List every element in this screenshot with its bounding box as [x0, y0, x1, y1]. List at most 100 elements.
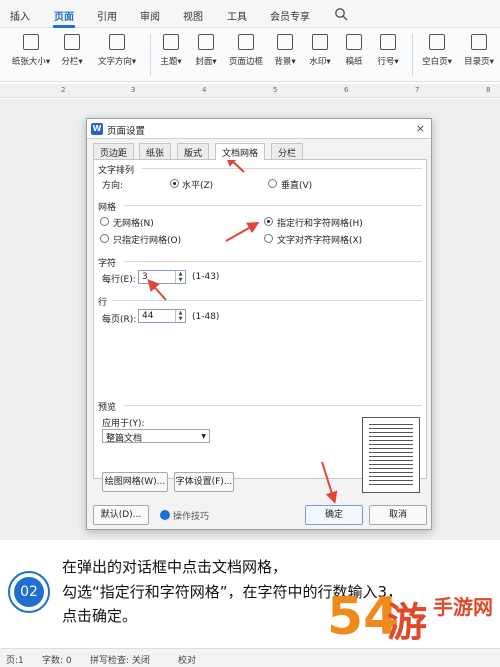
cover-button[interactable]: 封面▾	[190, 34, 222, 67]
group-divider	[142, 168, 422, 169]
radio-align-char-grid-label: 文字对齐字符网格(X)	[277, 236, 363, 246]
close-icon[interactable]: ×	[416, 122, 425, 135]
radio-no-grid[interactable]	[100, 217, 109, 226]
apply-to-select[interactable]: 整篇文档 ▼	[102, 429, 210, 444]
preview-line	[369, 480, 413, 481]
blank-page-button[interactable]: 空白页▾	[418, 34, 456, 67]
font-settings-button[interactable]: 字体设置(F)...	[174, 472, 234, 492]
status-page: 页:1	[6, 656, 24, 666]
chars-per-line-stepper[interactable]: 3 ▲ ▼	[138, 270, 186, 284]
ruler-tick: 7	[415, 86, 420, 94]
menu-tab-member[interactable]: 会员专享	[270, 8, 310, 23]
tab-layout[interactable]: 版式	[177, 143, 210, 159]
status-spellcheck[interactable]: 拼写检查: 关闭	[90, 653, 150, 666]
radio-align-char-grid[interactable]	[264, 234, 273, 243]
status-proofread[interactable]: 校对	[178, 653, 196, 666]
tab-document-grid[interactable]: 文档网格	[215, 143, 266, 160]
text-direction-icon	[109, 34, 125, 50]
tab-margins[interactable]: 页边距	[93, 143, 135, 159]
preview-line	[369, 448, 413, 449]
radio-no-grid-label: 无网格(N)	[113, 219, 154, 229]
preview-line	[369, 476, 413, 477]
preview-line	[369, 436, 413, 437]
dialog-title: 页面设置	[107, 126, 146, 137]
manuscript-icon	[346, 34, 362, 50]
ruler: 2 3 4 5 6 7 8	[0, 84, 500, 98]
manuscript-button[interactable]: 稿纸	[341, 34, 367, 67]
radio-line-and-char-grid[interactable]	[264, 217, 273, 226]
watermark-glyph: 游	[387, 600, 427, 646]
page-border-button[interactable]: 页面边框	[226, 34, 266, 67]
line-number-icon	[380, 34, 396, 50]
preview-line	[369, 424, 413, 425]
chars-heading: 字符	[98, 259, 117, 269]
menu-tab-tools[interactable]: 工具	[227, 8, 247, 23]
preview-line	[369, 460, 413, 461]
text-direction-button[interactable]: 文字方向▾	[92, 34, 142, 67]
preview-line	[369, 440, 413, 441]
step-badge: 02	[8, 571, 50, 613]
paper-size-icon	[23, 34, 39, 50]
ribbon-separator	[412, 34, 413, 76]
tips-link[interactable]: 操作技巧	[173, 509, 209, 522]
stepper-buttons[interactable]: ▲ ▼	[175, 310, 185, 322]
ruler-tick: 2	[61, 86, 66, 94]
dialog-title-bar[interactable]: W 页面设置 ×	[87, 119, 431, 139]
radio-vertical[interactable]	[268, 179, 277, 188]
tab-columns[interactable]: 分栏	[271, 143, 304, 159]
preview-line	[369, 432, 413, 433]
ok-button[interactable]: 确定	[305, 505, 363, 525]
page-setup-dialog: W 页面设置 × 页边距 纸张 版式 文档网格 分栏 文字排列 方向: 水平(Z…	[86, 118, 432, 530]
instruction-line-3: 点击确定。	[62, 607, 138, 625]
group-divider	[124, 405, 422, 406]
toc-page-button[interactable]: 目录页▾	[460, 34, 498, 67]
theme-icon	[163, 34, 179, 50]
ruler-tick: 4	[202, 86, 207, 94]
page-border-icon	[238, 34, 254, 50]
lines-per-page-value: 44	[142, 311, 154, 321]
site-watermark-logo: 54 游 手游网	[327, 587, 493, 647]
tab-paper[interactable]: 纸张	[139, 143, 172, 159]
stepper-buttons[interactable]: ▲ ▼	[175, 271, 185, 283]
paper-size-button[interactable]: 纸张大小▾	[6, 34, 56, 67]
draw-grid-button[interactable]: 绘图网格(W)...	[102, 472, 168, 492]
status-words: 字数: 0	[42, 656, 72, 666]
radio-vertical-label: 垂直(V)	[281, 181, 313, 191]
background-button[interactable]: 背景▾	[270, 34, 300, 67]
menu-tab-view[interactable]: 视图	[183, 8, 203, 23]
apply-to-label: 应用于(Y):	[102, 419, 145, 429]
wps-writer-logo-icon: W	[91, 123, 103, 135]
watermark-button[interactable]: 水印▾	[305, 34, 335, 67]
menu-tab-review[interactable]: 审阅	[140, 8, 160, 23]
preview-line	[369, 428, 413, 429]
preview-line	[369, 444, 413, 445]
line-number-button[interactable]: 行号▾	[372, 34, 404, 67]
lines-heading: 行	[98, 298, 108, 308]
step-number: 02	[14, 577, 44, 607]
chars-per-line-label: 每行(E):	[102, 275, 136, 285]
chars-per-line-value: 3	[142, 272, 148, 282]
search-icon[interactable]	[334, 7, 348, 21]
ruler-tick: 5	[273, 86, 278, 94]
cover-icon	[198, 34, 214, 50]
spin-down-icon[interactable]: ▼	[176, 316, 185, 322]
preview-heading: 预览	[98, 403, 117, 413]
theme-button[interactable]: 主题▾	[156, 34, 186, 67]
radio-horizontal[interactable]	[170, 179, 179, 188]
document-grid-panel: 文字排列 方向: 水平(Z) 垂直(V) 网格 无网格(N) 只指定行网格(O)…	[93, 159, 427, 493]
radio-line-grid-only[interactable]	[100, 234, 109, 243]
menu-tab-references[interactable]: 引用	[97, 8, 117, 23]
watermark-icon	[312, 34, 328, 50]
columns-button[interactable]: 分栏▾	[56, 34, 88, 67]
default-button[interactable]: 默认(D)...	[93, 505, 149, 525]
cancel-button[interactable]: 取消	[369, 505, 427, 525]
grid-heading: 网格	[98, 203, 117, 213]
lines-per-page-stepper[interactable]: 44 ▲ ▼	[138, 309, 186, 323]
toc-page-icon	[471, 34, 487, 50]
menu-tab-page[interactable]: 页面	[54, 8, 74, 23]
lines-per-page-label: 每页(R):	[102, 315, 137, 325]
tips-icon	[160, 510, 170, 520]
group-divider	[124, 205, 422, 206]
menu-tab-insert[interactable]: 插入	[10, 8, 30, 23]
spin-down-icon[interactable]: ▼	[176, 277, 185, 283]
